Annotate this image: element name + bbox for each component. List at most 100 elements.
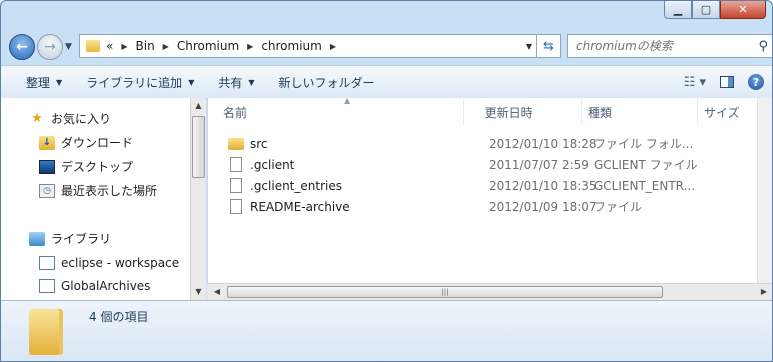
file-name-cell: README-archive — [208, 199, 468, 214]
nav-library-eclipse[interactable]: eclipse - workspace — [39, 256, 179, 270]
file-list: ▲ 名前 更新日時 種類 サイズ src 2012/01/10 18:28 ファ… — [207, 96, 758, 283]
nav-favorites[interactable]: ★ お気に入り — [29, 110, 111, 127]
minimize-icon: ▁ — [673, 3, 683, 16]
file-name: .gclient — [250, 157, 295, 172]
library-document-icon — [39, 256, 55, 270]
column-header-row: ▲ 名前 更新日時 種類 サイズ — [208, 96, 757, 126]
scroll-up-icon[interactable]: ▲ — [191, 98, 206, 114]
forward-button[interactable]: → — [37, 34, 63, 60]
file-row[interactable]: .gclient_entries 2012/01/10 18:35 GCLIEN… — [208, 175, 758, 196]
explorer-window: ▁ ▢ ✕ ← → ▼ « ▶ Bin ▶ Chromium ▶ chromiu… — [0, 0, 773, 362]
nav-lib2-label: GlobalArchives — [61, 279, 151, 293]
item-count: 4 個の項目 — [89, 310, 149, 324]
help-icon[interactable]: ? — [748, 74, 764, 90]
minimize-button[interactable]: ▁ — [664, 1, 692, 19]
column-type[interactable]: 種類 — [582, 98, 698, 126]
nav-desktop-label: デスクトップ — [61, 160, 134, 174]
file-type: ファイル フォル... — [594, 137, 694, 151]
search-box: ⚲ — [567, 34, 772, 58]
breadcrumb-bin[interactable]: Bin — [136, 39, 155, 53]
refresh-icon: ⇆ — [543, 38, 554, 54]
nav-lib1-label: eclipse - workspace — [61, 256, 180, 270]
view-options-icon[interactable]: ☷ ▾ — [684, 75, 706, 90]
column-size[interactable]: サイズ — [698, 98, 757, 126]
file-row[interactable]: .gclient 2011/07/07 2:59 GCLIENT ファイル — [208, 154, 758, 175]
preview-pane-icon[interactable] — [720, 76, 734, 88]
navigation-pane: ★ お気に入り ↓ ダウンロード デスクトップ ◷ 最近表示した場所 ライブラリ… — [1, 98, 190, 300]
scrollbar-thumb[interactable] — [192, 116, 205, 178]
close-icon: ✕ — [738, 3, 748, 16]
nav-downloads[interactable]: ↓ ダウンロード — [39, 134, 133, 151]
new-folder-button[interactable]: 新しいフォルダー — [267, 66, 387, 98]
file-list-vertical-scrollbar[interactable] — [757, 98, 772, 283]
chevron-down-icon: ▼ — [248, 77, 255, 87]
file-date: 2012/01/09 18:07 — [489, 199, 597, 214]
scroll-right-icon[interactable]: ▶ — [756, 284, 772, 300]
add-to-library-label: ライブラリに追加 — [86, 75, 183, 90]
scroll-down-icon[interactable]: ▼ — [191, 284, 206, 300]
breadcrumb-separator-icon[interactable]: ▶ — [330, 42, 336, 51]
file-name: .gclient_entries — [250, 178, 342, 193]
file-row[interactable]: src 2012/01/10 18:28 ファイル フォル... — [208, 133, 758, 154]
sort-ascending-icon: ▲ — [344, 96, 351, 105]
file-date: 2012/01/10 18:28 — [489, 136, 597, 151]
organize-button[interactable]: 整理 ▼ — [1, 66, 74, 98]
scroll-left-icon[interactable]: ◀ — [209, 284, 225, 300]
column-size-label: サイズ — [703, 105, 740, 120]
chevron-down-icon: ▼ — [56, 77, 63, 87]
nav-libraries[interactable]: ライブラリ — [29, 230, 111, 247]
folder-icon — [29, 309, 63, 355]
library-icon — [29, 231, 45, 246]
share-button[interactable]: 共有 ▼ — [206, 66, 266, 98]
address-bar[interactable]: « ▶ Bin ▶ Chromium ▶ chromium ▶ ▼ — [79, 34, 537, 58]
file-date: 2011/07/07 2:59 — [489, 157, 589, 172]
new-folder-label: 新しいフォルダー — [278, 75, 375, 90]
file-name: README-archive — [250, 199, 350, 214]
breadcrumb-separator-icon[interactable]: ▶ — [247, 42, 253, 51]
close-button[interactable]: ✕ — [720, 1, 766, 19]
nav-favorites-label: お気に入り — [51, 112, 112, 126]
nav-desktop[interactable]: デスクトップ — [39, 158, 133, 175]
search-icon[interactable]: ⚲ — [758, 39, 768, 54]
column-date-label: 更新日時 — [484, 105, 533, 120]
breadcrumb-overflow[interactable]: « — [106, 39, 113, 53]
recent-pages-dropdown[interactable]: ▼ — [65, 42, 77, 52]
back-button[interactable]: ← — [9, 34, 35, 60]
share-label: 共有 — [218, 75, 243, 90]
breadcrumb-separator-icon[interactable]: ▶ — [163, 42, 169, 51]
navigation-scrollbar[interactable]: ▲ ▼ — [190, 98, 206, 300]
file-list-horizontal-scrollbar[interactable]: ◀ ||| ▶ — [207, 283, 772, 300]
add-to-library-button[interactable]: ライブラリに追加 ▼ — [74, 66, 206, 98]
search-input[interactable] — [574, 38, 748, 54]
nav-recent-places[interactable]: ◷ 最近表示した場所 — [39, 182, 157, 199]
file-icon — [230, 157, 242, 172]
breadcrumb-separator-icon[interactable]: ▶ — [121, 42, 127, 51]
navigation-row: ← → ▼ « ▶ Bin ▶ Chromium ▶ chromium ▶ ▼ … — [9, 31, 772, 63]
breadcrumb-chromium-parent[interactable]: Chromium — [177, 39, 239, 53]
organize-label: 整理 — [26, 75, 51, 90]
library-document-icon — [39, 279, 55, 293]
breadcrumb-chromium[interactable]: chromium — [261, 39, 322, 53]
file-type: GCLIENT ファイル — [594, 158, 698, 172]
column-date[interactable]: 更新日時 — [464, 98, 582, 126]
folder-icon — [86, 40, 100, 52]
column-name-label: 名前 — [223, 105, 248, 120]
arrow-right-icon: → — [44, 39, 56, 55]
nav-library-globalarchives[interactable]: GlobalArchives — [39, 279, 150, 293]
recent-places-icon: ◷ — [39, 183, 55, 198]
nav-downloads-label: ダウンロード — [61, 136, 134, 150]
scrollbar-thumb[interactable]: ||| — [227, 286, 663, 298]
file-icon — [230, 178, 242, 193]
maximize-button[interactable]: ▢ — [692, 1, 720, 19]
file-name-cell: .gclient_entries — [208, 178, 468, 193]
arrow-left-icon: ← — [16, 39, 28, 55]
nav-libraries-label: ライブラリ — [51, 232, 112, 246]
command-bar-right: ☷ ▾ ? — [684, 66, 764, 98]
chevron-down-icon: ▼ — [188, 77, 195, 87]
refresh-button[interactable]: ⇆ — [537, 34, 561, 58]
file-type: ファイル — [594, 200, 643, 214]
address-dropdown-icon[interactable]: ▼ — [526, 42, 532, 51]
column-name[interactable]: ▲ 名前 — [208, 96, 464, 126]
file-name-cell: src — [208, 137, 468, 151]
file-row[interactable]: README-archive 2012/01/09 18:07 ファイル — [208, 196, 758, 217]
